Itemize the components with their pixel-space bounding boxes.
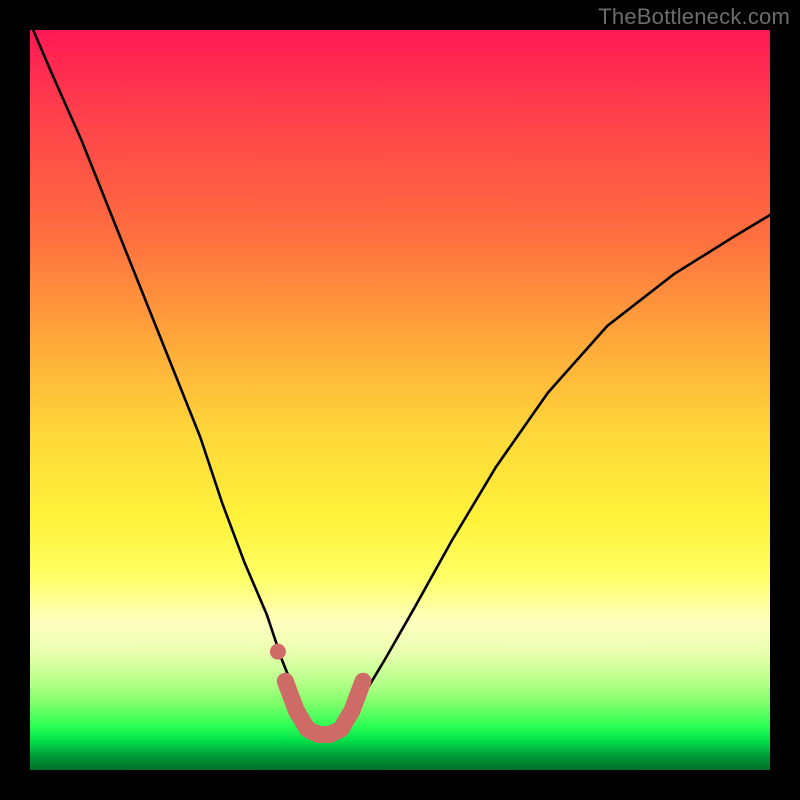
curve-layer: [30, 30, 770, 770]
plot-area: [30, 30, 770, 770]
highlight-segment: [285, 681, 363, 734]
bottleneck-curve: [30, 30, 770, 737]
watermark-text: TheBottleneck.com: [598, 4, 790, 30]
highlight-dot: [270, 644, 286, 660]
chart-frame: TheBottleneck.com: [0, 0, 800, 800]
